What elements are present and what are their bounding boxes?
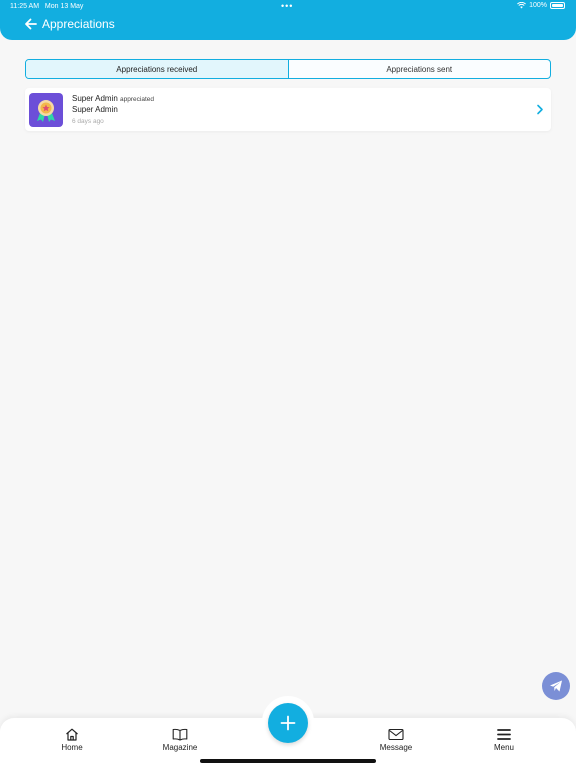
paper-plane-icon <box>550 680 562 692</box>
send-button[interactable] <box>542 672 570 700</box>
sender-name: Super Admin <box>72 94 118 103</box>
nav-magazine-label: Magazine <box>162 743 198 752</box>
medal-icon <box>29 93 63 127</box>
nav-menu[interactable]: Menu <box>474 728 534 752</box>
battery-icon <box>550 2 565 9</box>
wifi-icon <box>517 2 527 9</box>
app-header: 11:25 AM Mon 13 May ••• 100% Appreciatio… <box>0 0 576 40</box>
chevron-right-icon[interactable] <box>536 104 544 115</box>
plus-icon <box>280 715 296 731</box>
add-button[interactable] <box>268 703 308 743</box>
page-title: Appreciations <box>42 17 115 31</box>
nav-home[interactable]: Home <box>42 728 102 752</box>
recipient-name: Super Admin <box>72 105 118 114</box>
home-indicator <box>200 759 376 763</box>
appreciation-headline: Super Admin appreciated <box>72 94 154 103</box>
appreciation-verb: appreciated <box>120 96 155 103</box>
appreciation-list-item[interactable]: Super Admin appreciated Super Admin 6 da… <box>25 88 551 131</box>
nav-message[interactable]: Message <box>366 728 426 752</box>
nav-menu-label: Menu <box>493 743 514 752</box>
tab-appreciations-sent[interactable]: Appreciations sent <box>287 60 551 78</box>
back-arrow-icon[interactable] <box>24 17 38 31</box>
nav-home-label: Home <box>61 743 83 752</box>
battery-percent: 100% <box>529 2 547 9</box>
tab-appreciations-received[interactable]: Appreciations received <box>26 60 288 78</box>
appreciation-tabs: Appreciations received Appreciations sen… <box>25 59 551 79</box>
status-time: 11:25 AM Mon 13 May <box>10 3 84 10</box>
multitask-dots-icon[interactable]: ••• <box>281 1 293 11</box>
status-indicators: 100% <box>517 2 565 9</box>
nav-message-label: Message <box>379 743 413 752</box>
menu-icon <box>497 729 511 740</box>
nav-magazine[interactable]: Magazine <box>150 728 210 752</box>
appreciation-timestamp: 6 days ago <box>72 118 104 125</box>
home-icon <box>66 728 78 741</box>
book-icon <box>172 728 188 741</box>
mail-icon <box>388 728 404 741</box>
